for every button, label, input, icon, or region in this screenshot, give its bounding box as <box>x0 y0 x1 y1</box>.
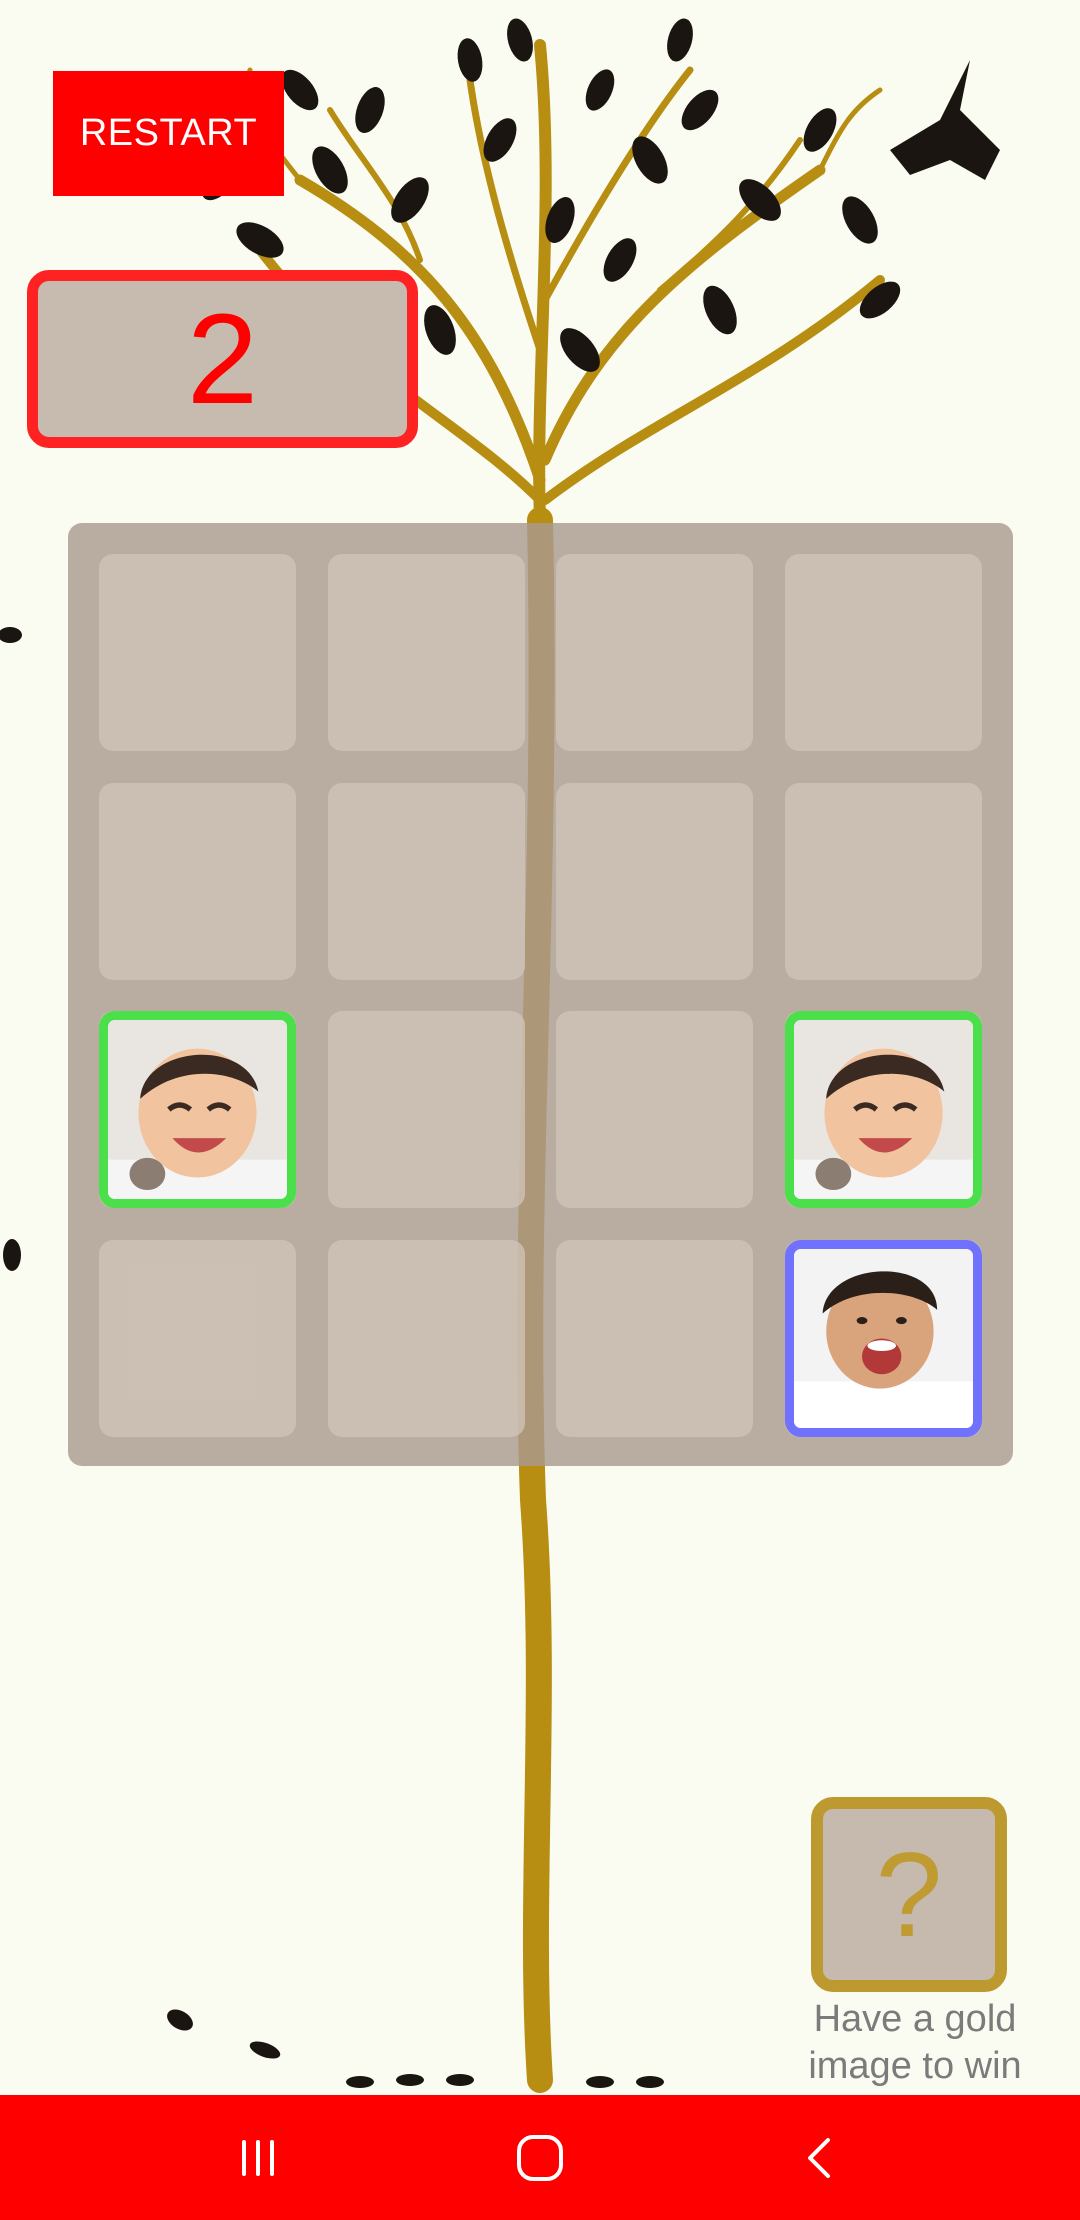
laughing-toddler-photo <box>794 1249 973 1428</box>
smiling-baby-tile <box>785 1011 982 1208</box>
system-nav-bar <box>0 2095 1080 2220</box>
game-board <box>68 523 1013 1466</box>
recents-button[interactable] <box>198 2095 318 2220</box>
score-display: 2 <box>27 270 418 448</box>
laughing-toddler-tile <box>785 1240 982 1437</box>
board-cell <box>99 554 296 751</box>
home-button[interactable] <box>480 2095 600 2220</box>
smiling-baby-tile <box>99 1011 296 1208</box>
board-cell <box>556 783 753 980</box>
home-icon <box>517 2134 563 2181</box>
board-cell <box>328 783 525 980</box>
board-cell <box>328 1240 525 1437</box>
back-button[interactable] <box>760 2095 880 2220</box>
board-cell <box>785 783 982 980</box>
recents-icon <box>242 2139 274 2176</box>
back-icon <box>808 2137 830 2178</box>
smiling-baby-photo <box>794 1020 973 1199</box>
board-cell <box>328 554 525 751</box>
board-cell <box>556 1011 753 1208</box>
board-cell <box>785 554 982 751</box>
hint-text: Have a gold image to win <box>808 1998 1022 2087</box>
board-cell <box>99 783 296 980</box>
board-cell <box>99 1240 296 1437</box>
gold-hint-box[interactable]: ? <box>811 1797 1007 1992</box>
board-cell <box>556 554 753 751</box>
board-cell <box>556 1240 753 1437</box>
smiling-baby-photo <box>108 1020 287 1199</box>
board-cell <box>328 1011 525 1208</box>
restart-button[interactable]: RESTART <box>53 71 284 196</box>
